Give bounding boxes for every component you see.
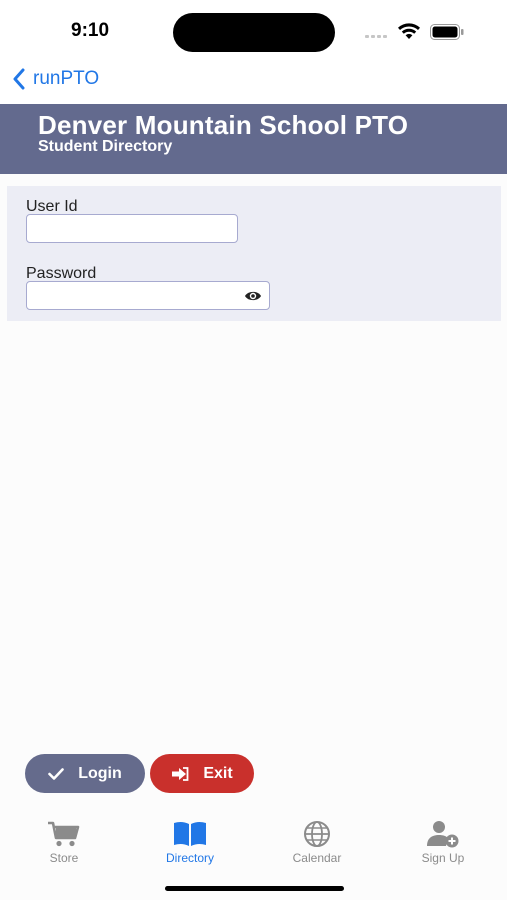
exit-button[interactable]: Exit — [150, 754, 254, 793]
home-indicator — [165, 886, 344, 891]
book-icon — [174, 821, 206, 846]
page-subtitle: Student Directory — [38, 138, 173, 155]
login-form: User Id Password — [7, 186, 501, 321]
tab-directory-label: Directory — [165, 851, 214, 865]
user-plus-icon — [427, 821, 459, 848]
tab-bar: Store Directory Calendar Sign Up — [0, 810, 507, 900]
chevron-left-icon — [13, 68, 25, 90]
tab-sign-up[interactable]: Sign Up — [393, 820, 493, 865]
exit-label: Exit — [203, 764, 233, 782]
tab-calendar-label: Calendar — [292, 851, 342, 865]
navigation-bar: runPTO — [0, 62, 507, 104]
tab-store[interactable]: Store — [14, 820, 114, 865]
login-label: Login — [78, 764, 122, 782]
cellular-signal-icon — [365, 35, 389, 39]
tab-directory[interactable]: Directory — [140, 820, 240, 865]
wifi-icon — [398, 23, 420, 39]
dynamic-island — [173, 13, 335, 52]
password-input[interactable] — [26, 281, 270, 310]
battery-icon — [430, 24, 464, 40]
tab-sign-up-label: Sign Up — [421, 851, 465, 865]
cart-icon — [48, 821, 80, 847]
eye-icon[interactable] — [244, 289, 262, 303]
tab-store-label: Store — [49, 851, 79, 865]
back-button[interactable]: runPTO — [12, 68, 99, 90]
page-title: Denver Mountain School PTO — [38, 110, 409, 140]
status-time: 9:10 — [71, 20, 110, 41]
sign-out-icon — [172, 766, 189, 781]
login-button[interactable]: Login — [25, 754, 145, 793]
status-bar: 9:10 — [0, 0, 507, 62]
back-label: runPTO — [33, 68, 100, 89]
tab-calendar[interactable]: Calendar — [267, 820, 367, 865]
globe-icon — [304, 821, 330, 847]
header-banner: Denver Mountain School PTO Student Direc… — [0, 104, 507, 174]
checkmark-icon — [48, 767, 65, 780]
user-id-input[interactable] — [26, 214, 238, 243]
